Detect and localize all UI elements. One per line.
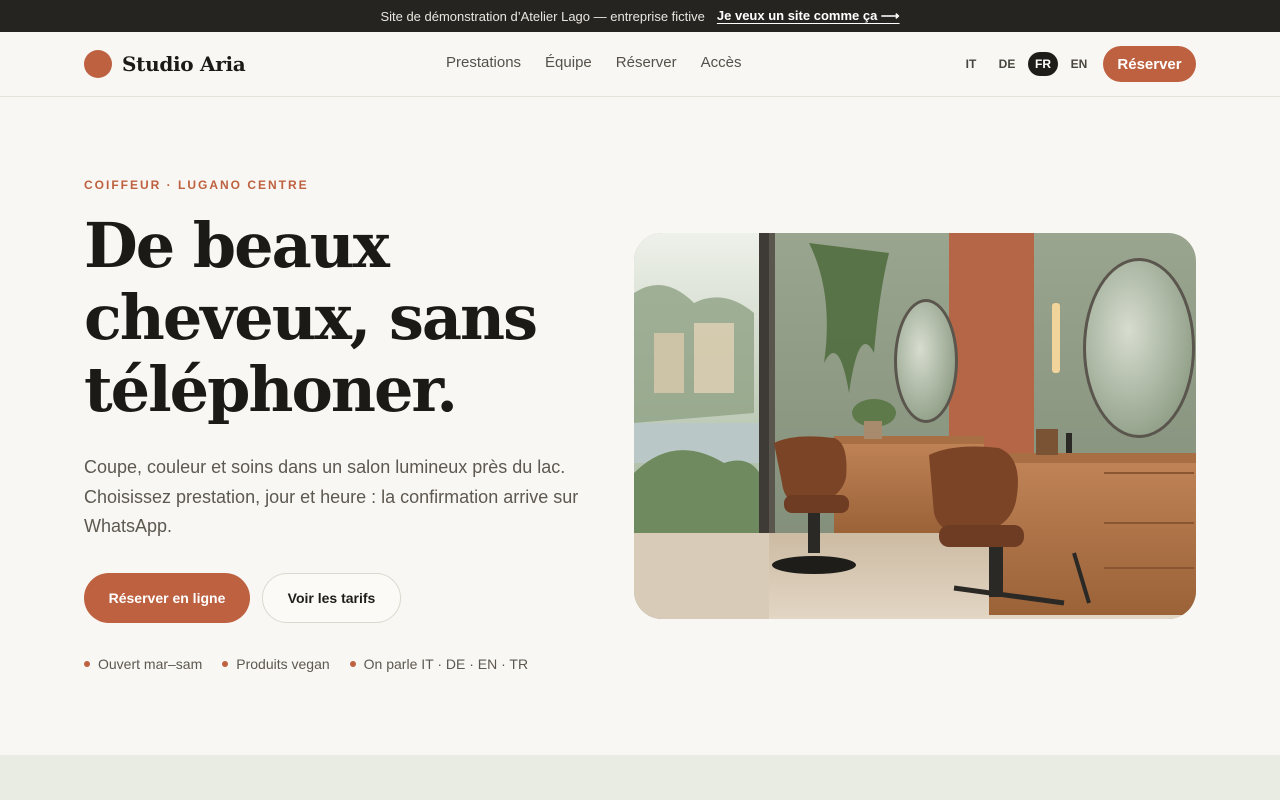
nav-item-acces[interactable]: Accès: [701, 54, 742, 71]
feature-label: Ouvert mar–sam: [98, 656, 203, 672]
hero-title-line: cheveux, sans: [84, 281, 538, 354]
hero-eyebrow: COIFFEUR · LUGANO CENTRE: [84, 178, 309, 192]
language-fr[interactable]: FR: [1028, 52, 1058, 76]
bullet-dot-icon: [222, 661, 229, 667]
nav-item-prestations[interactable]: Prestations: [446, 54, 521, 71]
feature-item: Produits vegan: [222, 656, 330, 672]
language-en[interactable]: EN: [1064, 52, 1094, 76]
site-header: Studio Aria Prestations Équipe Réserver …: [0, 32, 1280, 97]
main-nav: Prestations Équipe Réserver Accès: [446, 54, 741, 71]
hero-description: Coupe, couleur et soins dans un salon lu…: [84, 457, 579, 536]
next-section-band: [0, 755, 1280, 800]
demo-banner-link[interactable]: Je veux un site comme ça ⟶: [717, 8, 900, 24]
hero-title: De beaux cheveux, sans téléphoner.: [84, 210, 604, 426]
feature-label: Produits vegan: [236, 656, 330, 672]
nav-item-equipe[interactable]: Équipe: [545, 54, 592, 71]
book-online-button[interactable]: Réserver en ligne: [84, 573, 250, 623]
feature-item: Ouvert mar–sam: [84, 656, 202, 672]
language-it[interactable]: IT: [956, 52, 986, 76]
feature-item: On parle IT · DE · EN · TR: [349, 656, 529, 672]
brand-logo[interactable]: Studio Aria: [84, 50, 246, 78]
language-de[interactable]: DE: [992, 52, 1022, 76]
logo-mark: [84, 50, 112, 78]
bullet-dot-icon: [349, 661, 356, 667]
bullet-dot-icon: [84, 661, 90, 667]
feature-list: Ouvert mar–sam Produits vegan On parle I…: [84, 656, 528, 672]
feature-label: On parle IT · DE · EN · TR: [363, 656, 529, 672]
demo-banner: Site de démonstration d’Atelier Lago — e…: [0, 0, 1280, 32]
language-switcher: IT DE FR EN: [956, 52, 1094, 76]
view-prices-button[interactable]: Voir les tarifs: [262, 573, 401, 623]
salon-photo: [634, 233, 1196, 619]
nav-item-reserver[interactable]: Réserver: [616, 54, 677, 71]
demo-banner-text: Site de démonstration d’Atelier Lago — e…: [380, 8, 705, 24]
hero-title-line: téléphoner.: [84, 353, 458, 426]
header-book-button[interactable]: Réserver: [1103, 46, 1196, 82]
brand-name: Studio Aria: [122, 52, 246, 76]
hero-title-line: De beaux: [84, 209, 390, 282]
